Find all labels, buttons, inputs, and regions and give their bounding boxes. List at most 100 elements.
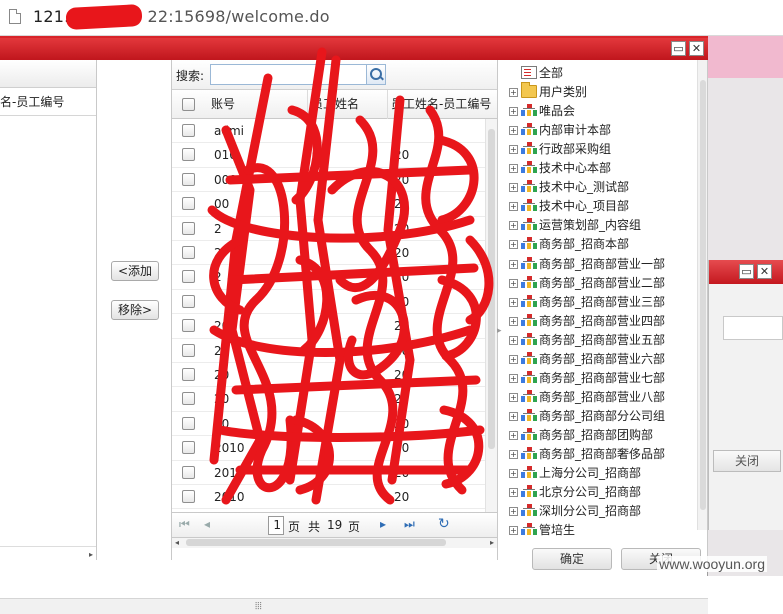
- background-input[interactable]: [723, 316, 783, 340]
- scroll-thumb[interactable]: [488, 129, 495, 449]
- table-row[interactable]: admi: [172, 119, 486, 144]
- page-number-input[interactable]: 1: [268, 516, 284, 535]
- scroll-thumb[interactable]: [186, 539, 446, 546]
- table-row[interactable]: 20 20: [172, 412, 486, 437]
- column-header-employee-name[interactable]: 员工姓名: [308, 90, 388, 119]
- close-icon[interactable]: ✕: [689, 41, 704, 56]
- background-close-button[interactable]: 关闭: [713, 450, 781, 472]
- scroll-right-icon[interactable]: ▸: [490, 538, 494, 547]
- maximize-icon[interactable]: ▭: [739, 264, 754, 279]
- search-input[interactable]: [210, 64, 368, 85]
- tree-node[interactable]: + 商务部_招商部营业五部: [509, 331, 665, 350]
- select-all-checkbox[interactable]: [182, 98, 195, 111]
- table-row[interactable]: 00 20: [172, 192, 486, 217]
- table-row[interactable]: 20 20: [172, 314, 486, 339]
- table-row[interactable]: 010 红 20: [172, 143, 486, 168]
- table-row[interactable]: 2010 20: [172, 485, 486, 510]
- expand-icon[interactable]: +: [509, 145, 518, 155]
- expand-icon[interactable]: +: [509, 430, 518, 440]
- tree-node[interactable]: 全部: [521, 64, 563, 83]
- expand-icon[interactable]: +: [509, 126, 518, 136]
- column-header-account[interactable]: 账号: [208, 90, 308, 119]
- expand-icon[interactable]: +: [509, 316, 518, 326]
- tree-node[interactable]: + 商务部_招商部营业一部: [509, 255, 665, 274]
- expand-icon[interactable]: +: [509, 507, 518, 517]
- close-icon[interactable]: ✕: [757, 264, 772, 279]
- row-checkbox[interactable]: [182, 465, 195, 479]
- row-checkbox[interactable]: [182, 392, 195, 406]
- table-row[interactable]: 20: [172, 290, 486, 315]
- row-checkbox[interactable]: [182, 343, 195, 357]
- last-page-icon[interactable]: ⏭: [404, 517, 415, 532]
- resize-grip-icon[interactable]: ⦙⦙⦙: [255, 601, 262, 612]
- tree-node[interactable]: + 商务部_招商部营业六部: [509, 350, 665, 369]
- tree-node[interactable]: + 上海分公司_招商部: [509, 464, 641, 483]
- tree-node[interactable]: + 技术中心_项目部: [509, 197, 629, 216]
- expand-icon[interactable]: +: [509, 411, 518, 421]
- row-checkbox[interactable]: [182, 148, 195, 162]
- confirm-button[interactable]: 确定: [532, 548, 612, 570]
- expand-icon[interactable]: +: [509, 183, 518, 193]
- table-row[interactable]: 2 20: [172, 265, 486, 290]
- row-checkbox[interactable]: [182, 124, 195, 137]
- tree-node[interactable]: + 商务部_招商部团购部: [509, 426, 653, 445]
- tree-node[interactable]: + 商务部_招商部营业三部: [509, 293, 665, 312]
- row-checkbox[interactable]: [182, 441, 195, 455]
- tree-node[interactable]: + 北京分公司_招商部: [509, 483, 641, 502]
- table-row[interactable]: 2 20: [172, 217, 486, 241]
- scroll-thumb[interactable]: [700, 80, 706, 510]
- prev-page-icon[interactable]: ◂: [204, 517, 210, 531]
- tree-node[interactable]: + 用户类别: [509, 82, 587, 102]
- row-checkbox[interactable]: [182, 416, 195, 430]
- tree-node[interactable]: + 运营策划部_内容组: [509, 216, 641, 235]
- table-row[interactable]: 20 20: [172, 387, 486, 412]
- expand-icon[interactable]: +: [509, 107, 518, 117]
- add-button[interactable]: <添加: [111, 261, 159, 281]
- tree-node[interactable]: + 行政部采购组: [509, 140, 611, 159]
- expand-icon[interactable]: +: [509, 88, 518, 98]
- expand-icon[interactable]: +: [509, 488, 518, 498]
- tree-node[interactable]: + 内部审计本部: [509, 121, 611, 140]
- expand-icon[interactable]: +: [509, 373, 518, 383]
- row-checkbox[interactable]: [182, 221, 195, 235]
- expand-icon[interactable]: +: [509, 259, 518, 269]
- expand-icon[interactable]: +: [509, 469, 518, 479]
- horizontal-scrollbar[interactable]: ▸: [0, 546, 96, 560]
- tree-node[interactable]: + 商务部_招商部奢侈品部: [509, 445, 665, 464]
- tree-node[interactable]: + 唯品会: [509, 102, 575, 121]
- remove-button[interactable]: 移除>: [111, 300, 159, 320]
- refresh-icon[interactable]: ↻: [438, 516, 450, 532]
- expand-icon[interactable]: +: [509, 392, 518, 402]
- expand-icon[interactable]: +: [509, 335, 518, 345]
- row-checkbox[interactable]: [182, 246, 195, 259]
- tree-node[interactable]: + 商务部_招商部营业七部: [509, 369, 665, 388]
- row-checkbox[interactable]: [182, 197, 195, 211]
- table-row[interactable]: 201 20: [172, 461, 486, 485]
- expand-icon[interactable]: +: [509, 278, 518, 288]
- row-checkbox[interactable]: [182, 172, 195, 186]
- tree-node[interactable]: + 商务部_招商部营业二部: [509, 274, 665, 293]
- table-row[interactable]: 20 20: [172, 339, 486, 363]
- tree-node[interactable]: + 商务部_招商部分公司组: [509, 407, 665, 426]
- tree-node[interactable]: + 商务部_招商部营业八部: [509, 388, 665, 407]
- tree-node[interactable]: + 管培生: [509, 521, 575, 540]
- scroll-left-icon[interactable]: ◂: [175, 538, 179, 547]
- tree-scrollbar[interactable]: [697, 60, 707, 530]
- expand-icon[interactable]: +: [509, 450, 518, 459]
- vertical-scrollbar[interactable]: [485, 119, 497, 546]
- expand-icon[interactable]: +: [509, 240, 518, 250]
- tree-node[interactable]: + 技术中心_测试部: [509, 178, 629, 197]
- expand-icon[interactable]: +: [509, 202, 518, 212]
- address-bar[interactable]: 121. 22:15698/welcome.do: [0, 0, 783, 36]
- row-checkbox[interactable]: [182, 294, 195, 308]
- expand-icon[interactable]: +: [509, 164, 518, 174]
- expand-icon[interactable]: +: [509, 221, 518, 231]
- row-checkbox[interactable]: [182, 368, 195, 381]
- table-row[interactable]: 009 20: [172, 168, 486, 193]
- row-checkbox[interactable]: [182, 319, 195, 333]
- tree-node[interactable]: + 商务部_招商部营业四部: [509, 312, 665, 331]
- expand-icon[interactable]: +: [509, 297, 518, 307]
- expand-icon[interactable]: +: [509, 526, 518, 536]
- row-checkbox[interactable]: [182, 490, 195, 503]
- column-header-name-id[interactable]: 员工姓名-员工编号: [388, 90, 498, 119]
